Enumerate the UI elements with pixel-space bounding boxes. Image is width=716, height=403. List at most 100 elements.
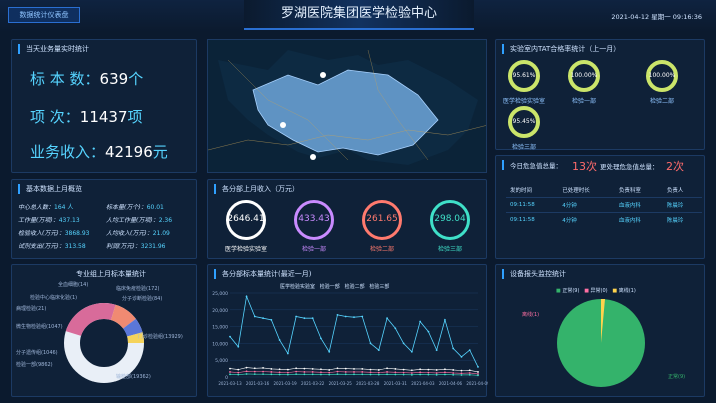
data-point	[270, 318, 273, 321]
panel-title: 当天业务量实时统计	[18, 44, 89, 54]
x-tick-label: 2021-03-22	[301, 381, 325, 386]
data-point	[262, 317, 264, 320]
data-point	[245, 373, 248, 375]
panel-title: 专业组上月标本量统计	[76, 270, 146, 278]
data-point	[320, 371, 322, 374]
x-tick-label: 2021-03-16	[246, 381, 270, 386]
overview-label: 利润(万元)：	[106, 243, 141, 250]
series-line	[229, 294, 479, 368]
data-point	[361, 373, 364, 376]
samples-value: 639	[99, 70, 129, 88]
overview-row: 试剂支出(万元)：313.58	[18, 241, 86, 250]
data-point	[460, 369, 463, 372]
x-tick-label: 2021-04-03	[411, 381, 435, 386]
table-row[interactable]: 09:11:58 4分钟 血液内科 陈晨玲	[506, 197, 702, 213]
items-stat: 项 次：11437项	[30, 106, 143, 127]
data-point	[444, 373, 446, 376]
data-point	[361, 315, 364, 318]
overview-label: 人均工作量(万项)：	[106, 217, 159, 224]
donut-label: 全血细胞(14)	[58, 282, 89, 288]
data-point	[477, 371, 479, 373]
overview-row: 人均工作量(万项)：2.36	[106, 215, 172, 224]
data-point	[419, 371, 422, 374]
data-point	[303, 317, 306, 320]
top-bar: 数据统计仪表盘 罗湖医院集团医学检验中心 2021-04-12 星期一 09:1…	[0, 0, 716, 32]
income-label: 检验一部	[301, 246, 326, 253]
data-point	[229, 367, 231, 370]
data-point	[270, 368, 273, 370]
data-point	[253, 373, 256, 376]
y-tick-label: 20,000	[212, 308, 228, 314]
overview-label: 工作量(万项)：	[18, 217, 59, 224]
data-point	[253, 315, 256, 318]
data-point	[419, 320, 422, 323]
data-point	[386, 367, 388, 370]
overview-value: 437.13	[58, 217, 80, 224]
line-legend: 医学检验实验室 检验一部 检验二部 检验三部	[280, 283, 389, 290]
revenue-label: 业务收入：	[30, 143, 106, 161]
data-point	[320, 373, 322, 376]
donut-label: 微生物检验组(1047)	[16, 324, 63, 330]
data-point	[262, 367, 264, 369]
income-value: 2646.41	[227, 214, 265, 224]
legend-label: 离线(1)	[618, 288, 636, 294]
tat-ring-value: 100.00%	[570, 72, 598, 79]
legend-label: 异常(0)	[590, 288, 608, 294]
overview-label: 标本量(万个)：	[106, 204, 147, 211]
data-point	[311, 371, 314, 373]
monthly-overview-panel: 基本数据上月概览 中心总人数：164 人 标本量(万个)：60.01 工作量(万…	[11, 179, 197, 259]
data-point	[278, 371, 281, 374]
data-point	[278, 339, 281, 341]
district-map	[208, 40, 486, 172]
map-panel[interactable]	[207, 39, 487, 173]
overview-row: 人均收入(万元)：21.09	[106, 228, 170, 237]
data-point	[452, 347, 455, 350]
data-point	[328, 373, 331, 376]
data-point	[286, 373, 289, 376]
overview-row: 中心总人数：164 人	[18, 202, 73, 211]
data-point	[353, 371, 355, 373]
overview-value: 313.58	[64, 243, 86, 250]
overview-value: 164 人	[54, 204, 74, 211]
data-point	[410, 373, 413, 376]
y-tick-label: 25,000	[212, 291, 228, 297]
data-point	[394, 368, 397, 370]
data-point	[468, 372, 471, 374]
donut-label: 输检部(19362)	[116, 374, 151, 380]
income-value: 298.04	[434, 214, 466, 224]
revenue-value: 42196	[105, 143, 153, 161]
overview-row: 利润(万元)：3231.96	[106, 241, 166, 250]
data-point	[468, 369, 471, 372]
urgent-table: 发的时间 已处理时长 负责科室 负责人 09:11:58 4分钟 血液内科 陈晨…	[506, 183, 702, 227]
donut-label: 门诊检验组(13929)	[138, 334, 183, 340]
urgent-col: 已处理时长	[562, 188, 590, 194]
data-point	[477, 366, 479, 368]
dept-income-panel: 各分部上月收入（万元） 2646.41 医学检验实验室 433.43 检验一部 …	[207, 179, 487, 259]
data-point	[278, 373, 281, 376]
handled-count: 2次	[666, 160, 684, 173]
data-point	[435, 372, 438, 374]
data-point	[303, 373, 306, 376]
data-point	[402, 342, 405, 345]
y-tick-label: 10,000	[212, 341, 228, 347]
data-point	[328, 371, 331, 374]
panel-title: 实验室内TAT合格率统计（上一月）	[502, 44, 620, 54]
table-row[interactable]: 09:11:58 4分钟 血液内科 陈晨玲	[506, 212, 702, 228]
data-point	[369, 371, 372, 374]
data-point	[253, 367, 256, 370]
data-point	[394, 327, 397, 330]
legend-item: 检验二部	[344, 284, 365, 290]
data-point	[295, 370, 298, 373]
data-point	[477, 374, 479, 377]
urgent-col: 负责人	[666, 188, 684, 194]
data-point	[286, 368, 289, 371]
items-value: 11437	[79, 108, 128, 126]
legend-item: ■	[612, 288, 618, 294]
tat-ring-value: 95.45%	[512, 118, 536, 125]
datetime: 2021-04-12 星期一 09:16:36	[611, 13, 702, 21]
urgent-title: 今日危急值总量：	[502, 160, 562, 170]
y-tick-label: 15,000	[212, 325, 228, 331]
samples-stat: 标 本 数：639个	[30, 68, 143, 89]
dashboard-tag-button[interactable]: 数据统计仪表盘	[8, 7, 80, 23]
page-title: 罗湖医院集团医学检验中心	[244, 0, 474, 30]
